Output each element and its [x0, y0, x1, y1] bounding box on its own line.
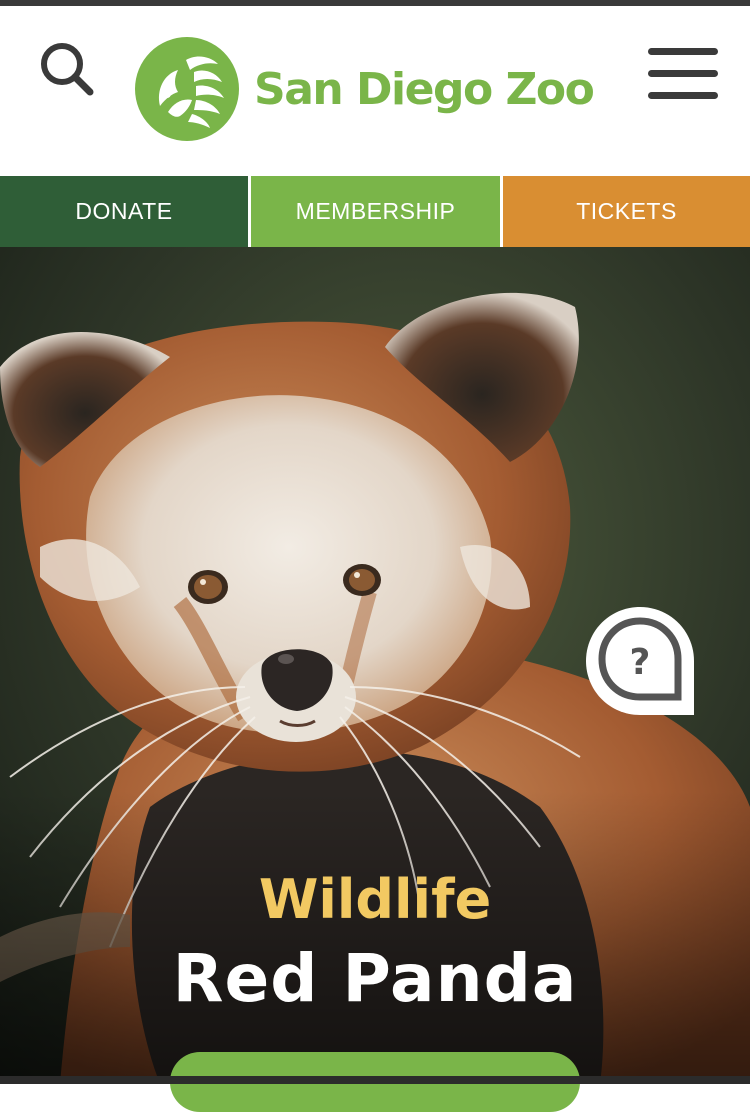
- hamburger-menu-icon: [648, 48, 718, 99]
- browser-bottom-edge: [0, 1076, 750, 1084]
- logo-wordmark: San Diego Zoo: [254, 63, 595, 115]
- menu-button[interactable]: [646, 44, 720, 104]
- hero-eyebrow: Wildlife: [258, 868, 492, 931]
- donate-button[interactable]: DONATE: [0, 176, 248, 247]
- help-button[interactable]: ?: [584, 605, 696, 717]
- membership-button[interactable]: MEMBERSHIP: [251, 176, 500, 247]
- search-icon: [41, 43, 94, 96]
- action-bar: DONATE MEMBERSHIP TICKETS: [0, 176, 750, 247]
- zoo-lion-logo-icon: [135, 37, 239, 141]
- site-header: San Diego Zoo: [0, 6, 750, 176]
- page-title: Red Panda: [172, 940, 578, 1017]
- site-logo[interactable]: San Diego Zoo: [134, 34, 634, 144]
- search-button[interactable]: [36, 38, 98, 100]
- tickets-button[interactable]: TICKETS: [503, 176, 750, 247]
- question-bubble-icon: ?: [586, 607, 694, 715]
- svg-text:?: ?: [630, 642, 651, 683]
